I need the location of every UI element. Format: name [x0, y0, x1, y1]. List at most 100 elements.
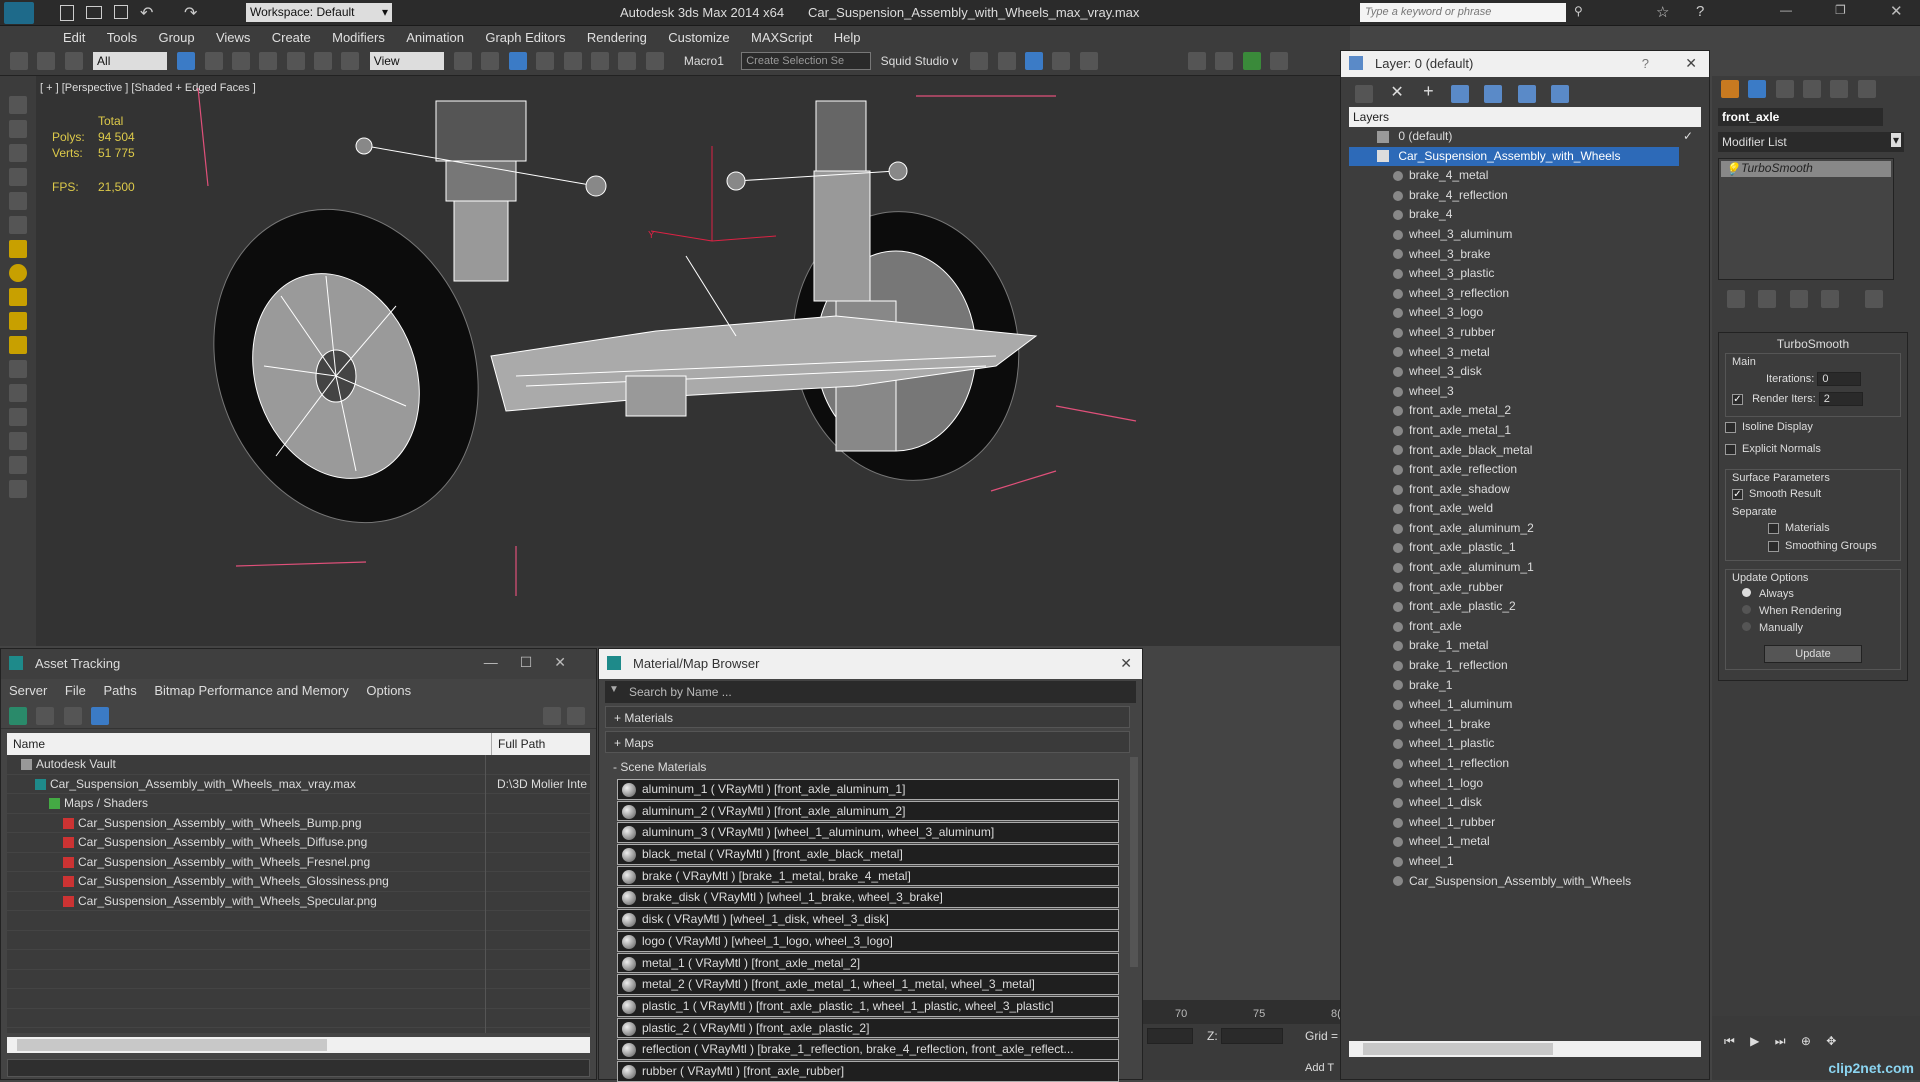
layer-object-row[interactable]: wheel_1_disk: [1349, 793, 1701, 813]
schematic-view-icon[interactable]: [1188, 52, 1207, 70]
layer-object-row[interactable]: brake_1: [1349, 676, 1701, 696]
go-to-start-icon[interactable]: ⏮: [1724, 1034, 1735, 1049]
update-button[interactable]: Update: [1764, 645, 1862, 663]
layer-object-row[interactable]: brake_1_metal: [1349, 636, 1701, 656]
helper-icon[interactable]: [9, 408, 27, 426]
cylinder-primitive-icon[interactable]: [9, 288, 27, 306]
render-iters-checkbox[interactable]: ✓: [1732, 393, 1743, 405]
layer-object-row[interactable]: front_axle_aluminum_2: [1349, 519, 1701, 539]
layer-object-row[interactable]: wheel_1_brake: [1349, 715, 1701, 735]
menu-create[interactable]: Create: [263, 26, 320, 49]
layer-object-row[interactable]: front_axle: [1349, 617, 1701, 637]
snap-toggle-icon[interactable]: [536, 52, 555, 70]
hierarchy-tool-icon[interactable]: [9, 144, 27, 162]
window-crossing-icon[interactable]: [259, 52, 278, 70]
radio-manually[interactable]: [1742, 622, 1751, 631]
layer-object-row[interactable]: wheel_3_disk: [1349, 362, 1701, 382]
unlink-icon[interactable]: [37, 52, 56, 70]
reference-coord-dropdown[interactable]: View: [369, 52, 444, 70]
layer-object-row[interactable]: wheel_1_metal: [1349, 832, 1701, 852]
scene-material-row[interactable]: brake ( VRayMtl ) [brake_1_metal, brake_…: [617, 865, 1119, 887]
layer-object-row[interactable]: wheel_1: [1349, 852, 1701, 872]
scene-material-row[interactable]: reflection ( VRayMtl ) [brake_1_reflecti…: [617, 1039, 1119, 1060]
separate-smoothing-checkbox[interactable]: [1768, 540, 1779, 552]
table-view-icon[interactable]: [91, 707, 110, 725]
layer-object-row[interactable]: wheel_1_rubber: [1349, 813, 1701, 833]
asset-menu-options[interactable]: Options: [366, 683, 411, 698]
show-end-result-icon[interactable]: [1758, 290, 1777, 308]
asset-tracking-titlebar[interactable]: Asset Tracking —☐✕: [1, 649, 596, 679]
modify-tool-icon[interactable]: [9, 120, 27, 138]
binoculars-icon[interactable]: ⚲: [1574, 4, 1583, 18]
pan-icon[interactable]: ✥: [1826, 1034, 1836, 1048]
layer-object-row[interactable]: wheel_3_logo: [1349, 303, 1701, 323]
select-manipulate-icon[interactable]: [481, 52, 500, 70]
search-icon[interactable]: [9, 480, 27, 498]
save-icon[interactable]: [114, 5, 128, 19]
z-field[interactable]: [1221, 1028, 1283, 1044]
layer-object-row[interactable]: wheel_3_metal: [1349, 343, 1701, 363]
layer-default-row[interactable]: 0 (default) ✓: [1349, 127, 1701, 147]
display-tab-icon[interactable]: [1830, 80, 1849, 98]
separate-materials-checkbox[interactable]: [1768, 522, 1779, 534]
suspension-wireframe-model[interactable]: Y: [36, 76, 1340, 646]
motion-tool-icon[interactable]: [9, 168, 27, 186]
explicit-normals-checkbox[interactable]: [1725, 443, 1736, 455]
sphere-primitive-icon[interactable]: [9, 264, 27, 282]
layer-manager-titlebar[interactable]: Layer: 0 (default) ? ✕: [1341, 51, 1709, 77]
object-name-field[interactable]: front_axle: [1718, 108, 1883, 126]
window-controls[interactable]: —☐✕: [484, 654, 588, 671]
menu-help[interactable]: Help: [825, 26, 870, 49]
zoom-icon[interactable]: ⊕: [1801, 1034, 1811, 1048]
layer-object-row[interactable]: wheel_3_brake: [1349, 245, 1701, 265]
keyboard-shortcut-icon[interactable]: [508, 52, 527, 70]
asset-row[interactable]: Car_Suspension_Assembly_with_Wheels_Diff…: [7, 833, 590, 853]
render-iters-spinner[interactable]: 2: [1818, 392, 1863, 406]
rect-selection-icon[interactable]: [232, 52, 251, 70]
layer-object-row[interactable]: front_axle_aluminum_1: [1349, 558, 1701, 578]
menu-views[interactable]: Views: [207, 26, 259, 49]
scene-material-row[interactable]: aluminum_2 ( VRayMtl ) [front_axle_alumi…: [617, 800, 1119, 822]
remove-modifier-icon[interactable]: [1821, 290, 1840, 308]
restore-button[interactable]: ❐: [1835, 3, 1846, 17]
motion-tab-icon[interactable]: [1803, 80, 1822, 98]
scene-material-row[interactable]: brake_disk ( VRayMtl ) [wheel_1_brake, w…: [617, 887, 1119, 909]
asset-menu-server[interactable]: Server: [9, 683, 47, 698]
workspace-dropdown[interactable]: Workspace: Default ▾: [246, 3, 392, 22]
add-time-tag-button[interactable]: Add T: [1305, 1062, 1334, 1074]
scene-material-row[interactable]: plastic_1 ( VRayMtl ) [front_axle_plasti…: [617, 995, 1119, 1017]
menu-tools[interactable]: Tools: [98, 26, 146, 49]
asset-row[interactable]: Car_Suspension_Assembly_with_Wheels_Fres…: [7, 853, 590, 872]
scale-icon[interactable]: [341, 52, 360, 70]
menu-group[interactable]: Group: [149, 26, 203, 49]
select-object-icon[interactable]: [177, 52, 196, 70]
pivot-icon[interactable]: [454, 52, 473, 70]
app-logo-icon[interactable]: [4, 2, 34, 24]
scene-material-row[interactable]: black_metal ( VRayMtl ) [front_axle_blac…: [617, 844, 1119, 865]
time-ruler[interactable]: 70 75 8(: [1143, 1000, 1350, 1024]
scene-material-row[interactable]: plastic_2 ( VRayMtl ) [front_axle_plasti…: [617, 1017, 1119, 1039]
cone-primitive-icon[interactable]: [9, 336, 27, 354]
material-browser-titlebar[interactable]: Material/Map Browser ✕: [599, 649, 1142, 679]
redo-icon[interactable]: ↷: [184, 3, 197, 23]
layer-object-row[interactable]: front_axle_weld: [1349, 499, 1701, 519]
perspective-viewport[interactable]: [ + ] [Perspective ] [Shaded + Edged Fac…: [36, 76, 1340, 646]
modify-tab-icon[interactable]: [1748, 80, 1767, 98]
scene-material-row[interactable]: metal_1 ( VRayMtl ) [front_axle_metal_2]: [617, 952, 1119, 974]
select-in-layer-icon[interactable]: [1484, 84, 1503, 103]
column-full-path[interactable]: Full Path: [491, 733, 545, 755]
close-icon[interactable]: ✕: [1120, 655, 1132, 672]
mirror-icon[interactable]: [970, 52, 989, 70]
add-to-layer-icon[interactable]: [1450, 84, 1469, 103]
asset-row[interactable]: Car_Suspension_Assembly_with_Wheels_max_…: [7, 775, 590, 794]
spinner-snap-icon[interactable]: [618, 52, 637, 70]
layer-object-row[interactable]: wheel_3_aluminum: [1349, 225, 1701, 245]
help-icon[interactable]: ?: [1642, 56, 1649, 71]
layer-manager-icon[interactable]: [1025, 52, 1043, 70]
help-icon[interactable]: [543, 707, 561, 725]
spacewarp-icon[interactable]: [9, 432, 27, 450]
menu-rendering[interactable]: Rendering: [578, 26, 656, 49]
layer-object-row[interactable]: wheel_3_reflection: [1349, 284, 1701, 304]
hide-all-layers-icon[interactable]: [1550, 84, 1569, 103]
layer-object-row[interactable]: front_axle_rubber: [1349, 578, 1701, 598]
